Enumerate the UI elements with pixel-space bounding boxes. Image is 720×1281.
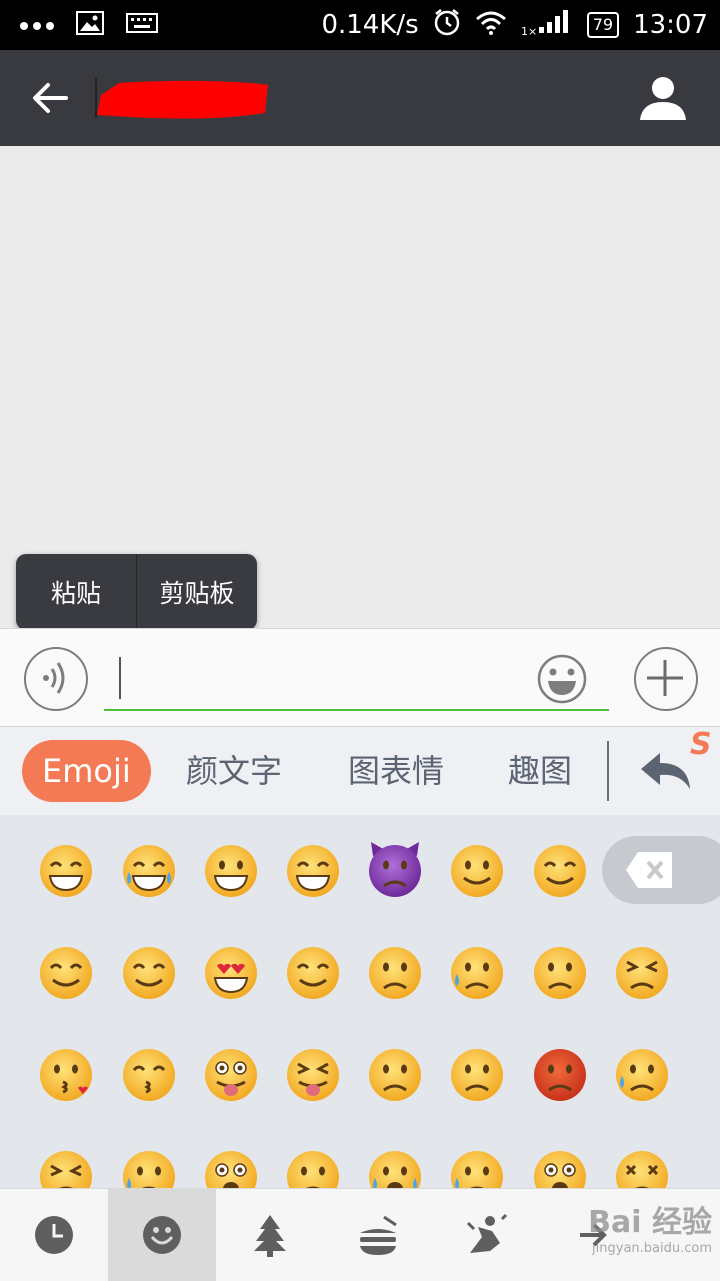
network-speed: 0.14K/s	[321, 10, 419, 40]
emoji-category-bar: Bai 经验 jingyan.baidu.com	[0, 1188, 720, 1281]
text-caret	[119, 657, 121, 699]
emoji-unamused[interactable]	[365, 942, 425, 1002]
status-left	[20, 0, 158, 50]
emoji-relaxed[interactable]	[36, 942, 96, 1002]
wifi-icon	[475, 9, 507, 42]
category-activity[interactable]	[432, 1189, 540, 1281]
return-arrow-icon	[641, 753, 690, 789]
category-recent[interactable]	[0, 1189, 108, 1281]
emoji-grid	[0, 815, 720, 1188]
sogou-logo-icon: S	[690, 727, 712, 762]
emoji-fearful[interactable]	[201, 1146, 261, 1188]
emoji-face-icon	[537, 654, 587, 704]
voice-button[interactable]	[24, 647, 88, 711]
emoji-angry[interactable]	[447, 1044, 507, 1104]
emoji-stuck-out-tongue-winking[interactable]	[201, 1044, 261, 1104]
emoji-kissing-heart[interactable]	[36, 1044, 96, 1104]
watermark-url: jingyan.baidu.com	[592, 1241, 712, 1256]
keyboard-tab-bar: Emoji 颜文字 图表情 趣图 S	[0, 726, 720, 816]
emoji-relieved[interactable]	[119, 942, 179, 1002]
status-bar: 0.14K/s 1× 79 13:07	[0, 0, 720, 50]
emoji-heart-eyes[interactable]	[201, 942, 261, 1002]
emoji-rage[interactable]	[530, 1044, 590, 1104]
emoji-blush[interactable]	[530, 840, 590, 900]
battery-icon: 79	[586, 12, 620, 38]
more-options-button[interactable]	[634, 647, 698, 711]
emoji-grimacing[interactable]	[36, 840, 96, 900]
emoji-scream[interactable]	[530, 1146, 590, 1188]
image-icon	[76, 11, 104, 39]
emoji-kissing-closed-eyes[interactable]	[119, 1044, 179, 1104]
tab-emoji[interactable]: Emoji	[22, 740, 151, 802]
emoji-sleepy[interactable]	[283, 1146, 343, 1188]
emoji-stuck-out-tongue-closed[interactable]	[283, 1044, 343, 1104]
input-bar	[0, 628, 720, 727]
food-icon	[360, 1215, 397, 1255]
emoji-cry[interactable]	[612, 1044, 672, 1104]
back-arrow-icon	[33, 83, 68, 113]
emoji-grin[interactable]	[283, 840, 343, 900]
delete-button[interactable]	[602, 836, 720, 904]
emoji-persevere[interactable]	[36, 1146, 96, 1188]
tab-fun-pics[interactable]: 趣图	[508, 740, 572, 802]
emoji-disappointed-relieved[interactable]	[119, 1146, 179, 1188]
emoji-smirk[interactable]	[283, 942, 343, 1002]
signal-icon: 1×	[521, 7, 573, 44]
back-button[interactable]	[26, 74, 74, 122]
emoji-imp[interactable]	[365, 840, 425, 900]
paste-popup-menu: 粘贴 剪贴板	[16, 554, 257, 630]
tree-icon	[254, 1215, 286, 1257]
tab-divider	[607, 741, 609, 801]
emoji-button[interactable]	[536, 653, 588, 705]
tab-kaomoji[interactable]: 颜文字	[186, 740, 282, 802]
voice-icon	[43, 662, 65, 694]
watermark-text: Bai 经验	[588, 1205, 712, 1240]
plus-icon	[647, 660, 683, 696]
clock-icon	[35, 1216, 73, 1254]
profile-icon	[640, 77, 686, 120]
tab-stickers[interactable]: 图表情	[348, 740, 444, 802]
alarm-icon	[433, 8, 461, 43]
backspace-icon	[626, 852, 672, 888]
emoji-cold-sweat[interactable]	[447, 1146, 507, 1188]
keyboard-icon	[126, 13, 158, 37]
emoji-disappointed[interactable]	[365, 1044, 425, 1104]
baidu-watermark: Bai 经验 jingyan.baidu.com	[588, 1197, 712, 1256]
emoji-dizzy[interactable]	[612, 1146, 672, 1188]
category-food[interactable]	[324, 1189, 432, 1281]
emoji-confounded[interactable]	[612, 942, 672, 1002]
paste-button[interactable]: 粘贴	[16, 554, 137, 630]
emoji-wink[interactable]	[447, 840, 507, 900]
more-dots-icon	[20, 16, 54, 35]
category-nature[interactable]	[216, 1189, 324, 1281]
emoji-pensive[interactable]	[530, 942, 590, 1002]
status-right: 0.14K/s 1× 79 13:07	[321, 0, 708, 50]
chat-header	[0, 50, 720, 146]
emoji-sob[interactable]	[365, 1146, 425, 1188]
sport-icon	[466, 1213, 508, 1253]
redacted-contact-name	[95, 77, 270, 121]
clock-time: 13:07	[633, 10, 708, 40]
category-smileys[interactable]	[108, 1189, 216, 1281]
smiley-icon	[143, 1216, 181, 1254]
message-input[interactable]	[104, 649, 609, 711]
emoji-sweat[interactable]	[447, 942, 507, 1002]
clipboard-button[interactable]: 剪贴板	[137, 554, 257, 630]
emoji-smiley[interactable]	[201, 840, 261, 900]
svg-text:1×: 1×	[521, 25, 537, 37]
return-button[interactable]	[638, 747, 692, 795]
emoji-joy[interactable]	[119, 840, 179, 900]
profile-button[interactable]	[636, 74, 690, 124]
